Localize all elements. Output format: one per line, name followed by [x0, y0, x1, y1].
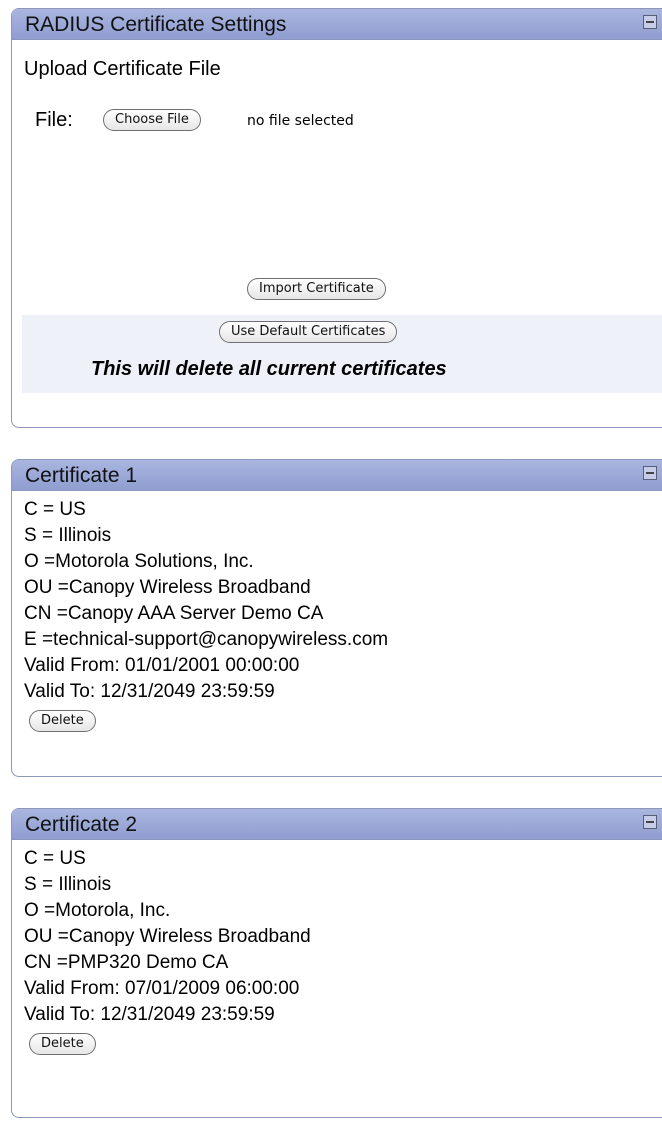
panel-title: RADIUS Certificate Settings: [25, 13, 287, 36]
cert-field-org-unit: OU =Canopy Wireless Broadband: [24, 577, 311, 598]
panel-title: Certificate 2: [25, 813, 138, 836]
cert-field-org-unit: OU =Canopy Wireless Broadband: [24, 926, 311, 947]
cert-field-valid-to: Valid To: 12/31/2049 23:59:59: [24, 1004, 275, 1025]
cert-field-common-name: CN =PMP320 Demo CA: [24, 952, 229, 973]
cert-field-email: E =technical-support@canopywireless.com: [24, 629, 389, 650]
certificate-2-panel: Certificate 2 C = US S = Illinois O =Mot…: [11, 808, 662, 1118]
panel-title: Certificate 1: [25, 464, 138, 487]
cert-field-common-name: CN =Canopy AAA Server Demo CA: [24, 603, 324, 624]
cert-field-valid-to: Valid To: 12/31/2049 23:59:59: [24, 681, 275, 702]
panel-header: Certificate 1: [12, 460, 662, 491]
delete-certificate-1-button[interactable]: Delete: [29, 710, 96, 732]
cert-field-state: S = Illinois: [24, 874, 112, 895]
cert-field-organization: O =Motorola Solutions, Inc.: [24, 551, 254, 572]
panel-header: RADIUS Certificate Settings: [12, 9, 662, 40]
certificate-1-panel: Certificate 1 C = US S = Illinois O =Mot…: [11, 459, 662, 777]
radius-certificate-settings-panel: RADIUS Certificate Settings Upload Certi…: [11, 8, 662, 428]
cert-field-country: C = US: [24, 848, 86, 869]
upload-heading: Upload Certificate File: [24, 58, 221, 80]
panel-header: Certificate 2: [12, 809, 662, 840]
cert-field-state: S = Illinois: [24, 525, 112, 546]
collapse-minus-icon[interactable]: [643, 466, 657, 480]
collapse-minus-icon[interactable]: [643, 815, 657, 829]
delete-warning: This will delete all current certificate…: [91, 358, 447, 380]
cert-field-organization: O =Motorola, Inc.: [24, 900, 171, 921]
use-default-certificates-button[interactable]: Use Default Certificates: [219, 321, 398, 343]
file-status: no file selected: [247, 113, 354, 129]
cert-field-valid-from: Valid From: 01/01/2001 00:00:00: [24, 655, 300, 676]
delete-certificate-2-button[interactable]: Delete: [29, 1033, 96, 1055]
import-certificate-button[interactable]: Import Certificate: [247, 278, 386, 300]
collapse-minus-icon[interactable]: [643, 15, 657, 29]
file-label: File:: [35, 109, 73, 131]
choose-file-button[interactable]: Choose File: [103, 109, 201, 131]
cert-field-country: C = US: [24, 499, 86, 520]
cert-field-valid-from: Valid From: 07/01/2009 06:00:00: [24, 978, 300, 999]
